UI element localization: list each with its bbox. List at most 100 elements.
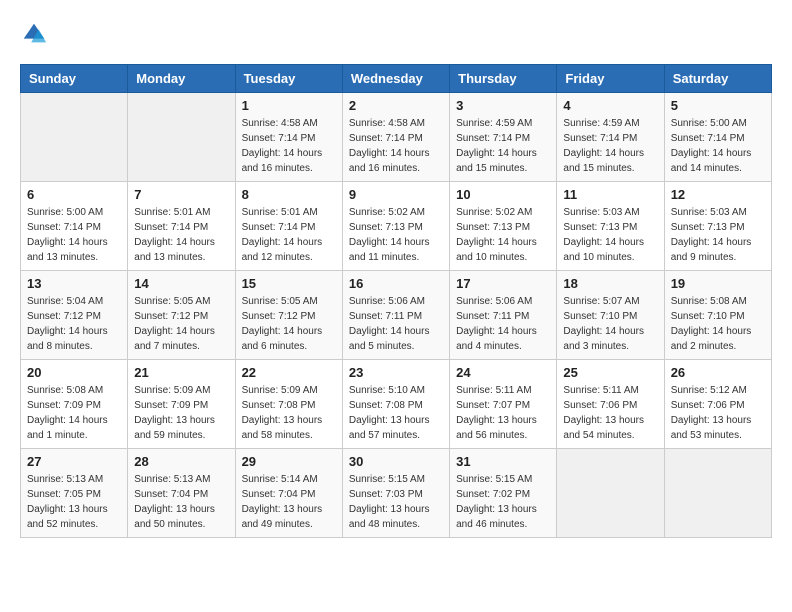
day-number: 6 (27, 187, 121, 202)
weekday-header: Sunday (21, 65, 128, 93)
calendar-cell: 5 Sunrise: 5:00 AM Sunset: 7:14 PM Daylig… (664, 93, 771, 182)
day-info: Sunrise: 5:08 AM Sunset: 7:09 PM Dayligh… (27, 383, 121, 443)
calendar-cell: 6 Sunrise: 5:00 AM Sunset: 7:14 PM Daylig… (21, 182, 128, 271)
day-number: 9 (349, 187, 443, 202)
day-number: 1 (242, 98, 336, 113)
weekday-header: Friday (557, 65, 664, 93)
day-info: Sunrise: 5:02 AM Sunset: 7:13 PM Dayligh… (456, 205, 550, 265)
day-number: 28 (134, 454, 228, 469)
day-number: 19 (671, 276, 765, 291)
calendar-header-row: SundayMondayTuesdayWednesdayThursdayFrid… (21, 65, 772, 93)
calendar-week-row: 13 Sunrise: 5:04 AM Sunset: 7:12 PM Dayli… (21, 271, 772, 360)
logo (20, 20, 52, 48)
day-info: Sunrise: 5:13 AM Sunset: 7:05 PM Dayligh… (27, 472, 121, 532)
calendar-cell: 28 Sunrise: 5:13 AM Sunset: 7:04 PM Dayli… (128, 449, 235, 538)
day-number: 12 (671, 187, 765, 202)
calendar-cell: 8 Sunrise: 5:01 AM Sunset: 7:14 PM Daylig… (235, 182, 342, 271)
calendar-cell: 29 Sunrise: 5:14 AM Sunset: 7:04 PM Dayli… (235, 449, 342, 538)
calendar-cell (664, 449, 771, 538)
calendar-week-row: 1 Sunrise: 4:58 AM Sunset: 7:14 PM Daylig… (21, 93, 772, 182)
day-number: 7 (134, 187, 228, 202)
day-number: 25 (563, 365, 657, 380)
calendar-cell: 1Sunrise: 4:58 AM Sunset: 7:14 PM Daylig… (235, 93, 342, 182)
day-number: 5 (671, 98, 765, 113)
day-number: 29 (242, 454, 336, 469)
calendar-cell: 9Sunrise: 5:02 AM Sunset: 7:13 PM Daylig… (342, 182, 449, 271)
day-number: 11 (563, 187, 657, 202)
calendar-cell: 26Sunrise: 5:12 AM Sunset: 7:06 PM Dayli… (664, 360, 771, 449)
day-number: 10 (456, 187, 550, 202)
day-info: Sunrise: 5:09 AM Sunset: 7:08 PM Dayligh… (242, 383, 336, 443)
day-info: Sunrise: 5:07 AM Sunset: 7:10 PM Dayligh… (563, 294, 657, 354)
calendar-week-row: 27 Sunrise: 5:13 AM Sunset: 7:05 PM Dayli… (21, 449, 772, 538)
day-info: Sunrise: 5:15 AM Sunset: 7:02 PM Dayligh… (456, 472, 550, 532)
day-info: Sunrise: 4:59 AM Sunset: 7:14 PM Dayligh… (563, 116, 657, 176)
day-info: Sunrise: 5:10 AM Sunset: 7:08 PM Dayligh… (349, 383, 443, 443)
day-info: Sunrise: 5:00 AM Sunset: 7:14 PM Dayligh… (27, 205, 121, 265)
day-number: 31 (456, 454, 550, 469)
day-info: Sunrise: 5:01 AM Sunset: 7:14 PM Dayligh… (242, 205, 336, 265)
day-info: Sunrise: 5:11 AM Sunset: 7:07 PM Dayligh… (456, 383, 550, 443)
calendar-cell: 20 Sunrise: 5:08 AM Sunset: 7:09 PM Dayli… (21, 360, 128, 449)
calendar-cell: 23 Sunrise: 5:10 AM Sunset: 7:08 PM Dayli… (342, 360, 449, 449)
calendar-cell: 16Sunrise: 5:06 AM Sunset: 7:11 PM Dayli… (342, 271, 449, 360)
day-info: Sunrise: 5:09 AM Sunset: 7:09 PM Dayligh… (134, 383, 228, 443)
day-number: 8 (242, 187, 336, 202)
day-info: Sunrise: 5:04 AM Sunset: 7:12 PM Dayligh… (27, 294, 121, 354)
day-info: Sunrise: 5:05 AM Sunset: 7:12 PM Dayligh… (242, 294, 336, 354)
day-info: Sunrise: 5:15 AM Sunset: 7:03 PM Dayligh… (349, 472, 443, 532)
day-info: Sunrise: 5:06 AM Sunset: 7:11 PM Dayligh… (456, 294, 550, 354)
day-number: 22 (242, 365, 336, 380)
page-header (20, 20, 772, 48)
calendar-cell: 3 Sunrise: 4:59 AM Sunset: 7:14 PM Daylig… (450, 93, 557, 182)
calendar-week-row: 6 Sunrise: 5:00 AM Sunset: 7:14 PM Daylig… (21, 182, 772, 271)
calendar-cell: 18 Sunrise: 5:07 AM Sunset: 7:10 PM Dayli… (557, 271, 664, 360)
calendar-cell: 13 Sunrise: 5:04 AM Sunset: 7:12 PM Dayli… (21, 271, 128, 360)
day-number: 16 (349, 276, 443, 291)
calendar-cell: 17 Sunrise: 5:06 AM Sunset: 7:11 PM Dayli… (450, 271, 557, 360)
calendar-cell: 30Sunrise: 5:15 AM Sunset: 7:03 PM Dayli… (342, 449, 449, 538)
weekday-header: Monday (128, 65, 235, 93)
day-info: Sunrise: 5:14 AM Sunset: 7:04 PM Dayligh… (242, 472, 336, 532)
day-number: 18 (563, 276, 657, 291)
day-number: 21 (134, 365, 228, 380)
day-number: 2 (349, 98, 443, 113)
calendar-cell: 2 Sunrise: 4:58 AM Sunset: 7:14 PM Daylig… (342, 93, 449, 182)
day-info: Sunrise: 4:58 AM Sunset: 7:14 PM Dayligh… (349, 116, 443, 176)
day-info: Sunrise: 5:01 AM Sunset: 7:14 PM Dayligh… (134, 205, 228, 265)
day-number: 13 (27, 276, 121, 291)
calendar-cell (21, 93, 128, 182)
calendar-table: SundayMondayTuesdayWednesdayThursdayFrid… (20, 64, 772, 538)
day-info: Sunrise: 5:08 AM Sunset: 7:10 PM Dayligh… (671, 294, 765, 354)
day-info: Sunrise: 5:00 AM Sunset: 7:14 PM Dayligh… (671, 116, 765, 176)
weekday-header: Saturday (664, 65, 771, 93)
calendar-cell: 21 Sunrise: 5:09 AM Sunset: 7:09 PM Dayli… (128, 360, 235, 449)
calendar-cell: 22 Sunrise: 5:09 AM Sunset: 7:08 PM Dayli… (235, 360, 342, 449)
calendar-cell: 12 Sunrise: 5:03 AM Sunset: 7:13 PM Dayli… (664, 182, 771, 271)
calendar-cell: 14Sunrise: 5:05 AM Sunset: 7:12 PM Dayli… (128, 271, 235, 360)
calendar-cell: 10 Sunrise: 5:02 AM Sunset: 7:13 PM Dayli… (450, 182, 557, 271)
calendar-cell: 11Sunrise: 5:03 AM Sunset: 7:13 PM Dayli… (557, 182, 664, 271)
day-number: 3 (456, 98, 550, 113)
calendar-cell: 7 Sunrise: 5:01 AM Sunset: 7:14 PM Daylig… (128, 182, 235, 271)
day-info: Sunrise: 5:13 AM Sunset: 7:04 PM Dayligh… (134, 472, 228, 532)
day-number: 17 (456, 276, 550, 291)
calendar-cell: 25Sunrise: 5:11 AM Sunset: 7:06 PM Dayli… (557, 360, 664, 449)
day-number: 26 (671, 365, 765, 380)
day-number: 4 (563, 98, 657, 113)
day-number: 23 (349, 365, 443, 380)
day-info: Sunrise: 5:03 AM Sunset: 7:13 PM Dayligh… (671, 205, 765, 265)
weekday-header: Tuesday (235, 65, 342, 93)
logo-icon (20, 20, 48, 48)
calendar-cell: 19 Sunrise: 5:08 AM Sunset: 7:10 PM Dayli… (664, 271, 771, 360)
calendar-week-row: 20 Sunrise: 5:08 AM Sunset: 7:09 PM Dayli… (21, 360, 772, 449)
calendar-cell: 4 Sunrise: 4:59 AM Sunset: 7:14 PM Daylig… (557, 93, 664, 182)
day-number: 20 (27, 365, 121, 380)
calendar-cell: 31 Sunrise: 5:15 AM Sunset: 7:02 PM Dayli… (450, 449, 557, 538)
calendar-cell: 24 Sunrise: 5:11 AM Sunset: 7:07 PM Dayli… (450, 360, 557, 449)
day-info: Sunrise: 4:59 AM Sunset: 7:14 PM Dayligh… (456, 116, 550, 176)
day-number: 15 (242, 276, 336, 291)
day-number: 27 (27, 454, 121, 469)
day-info: Sunrise: 5:05 AM Sunset: 7:12 PM Dayligh… (134, 294, 228, 354)
day-number: 24 (456, 365, 550, 380)
